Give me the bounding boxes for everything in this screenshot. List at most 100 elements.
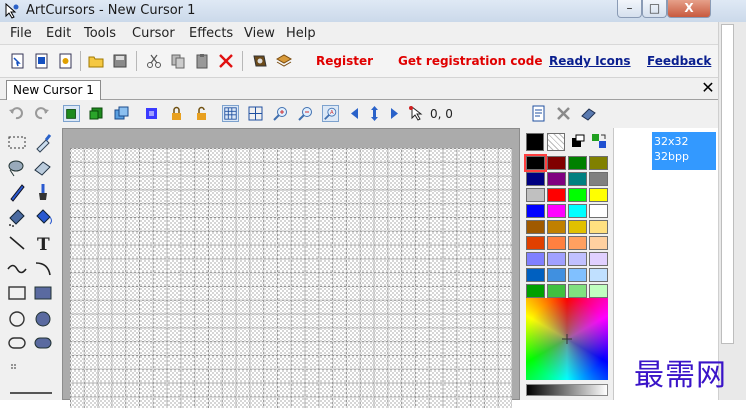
minimize-button[interactable]: –	[617, 0, 642, 18]
menu-effects[interactable]: Effects	[189, 26, 233, 41]
new-file-icon[interactable]	[10, 53, 26, 69]
new-cursor-icon[interactable]	[34, 53, 50, 69]
line-width-selector[interactable]	[6, 383, 56, 399]
text-icon[interactable]: T	[32, 232, 54, 254]
frame-stack-icon[interactable]	[113, 105, 130, 122]
rectangle-filled-icon[interactable]	[32, 282, 54, 304]
menu-tools[interactable]: Tools	[84, 26, 116, 41]
lasso-eraser-icon[interactable]	[6, 156, 28, 178]
ellipse-outline-icon[interactable]	[6, 308, 28, 330]
color-swatch[interactable]	[526, 220, 545, 234]
color-swatch[interactable]	[589, 252, 608, 266]
fill-bucket-icon[interactable]	[32, 206, 54, 228]
eraser-tool-icon[interactable]	[32, 156, 54, 178]
rectangle-outline-icon[interactable]	[6, 282, 28, 304]
effects-icon[interactable]	[252, 53, 268, 69]
frame-duplicate-icon[interactable]	[88, 105, 105, 122]
color-swatch[interactable]	[526, 252, 545, 266]
color-swatch[interactable]	[547, 156, 566, 170]
eraser-icon[interactable]	[580, 105, 597, 122]
format-item-32x32-32bpp[interactable]: 32x32 32bpp	[652, 132, 716, 170]
zoom-out-icon[interactable]	[297, 105, 314, 122]
paste-icon[interactable]	[194, 53, 210, 69]
grid-large-icon[interactable]	[247, 105, 264, 122]
curve-icon[interactable]	[6, 257, 28, 279]
pencil-icon[interactable]	[6, 181, 28, 203]
lock-icon[interactable]	[168, 105, 185, 122]
copy-icon[interactable]	[170, 53, 186, 69]
menu-view[interactable]: View	[244, 26, 275, 41]
color-replace-icon[interactable]	[590, 132, 608, 150]
menu-help[interactable]: Help	[286, 26, 316, 41]
color-swatch[interactable]	[568, 284, 587, 298]
swap-color-icon[interactable]	[570, 133, 586, 149]
cursor-canvas[interactable]	[62, 128, 520, 408]
color-swatch[interactable]	[589, 268, 608, 282]
color-swatch[interactable]	[547, 204, 566, 218]
color-swatch[interactable]	[524, 154, 547, 172]
color-swatch[interactable]	[589, 284, 608, 298]
redo-icon[interactable]	[33, 105, 50, 122]
color-swatch[interactable]	[589, 172, 608, 186]
color-swatch[interactable]	[589, 156, 608, 170]
cut-icon[interactable]	[146, 53, 162, 69]
color-swatch[interactable]	[589, 236, 608, 250]
color-swatch[interactable]	[568, 268, 587, 282]
color-wheel[interactable]	[526, 298, 608, 380]
move-left-icon[interactable]	[348, 105, 365, 122]
color-swatch[interactable]	[547, 236, 566, 250]
maximize-button[interactable]: □	[642, 0, 667, 18]
vertical-scrollbar[interactable]	[718, 22, 746, 400]
arc-icon[interactable]	[32, 257, 54, 279]
pixel-grid[interactable]	[70, 148, 512, 408]
color-swatch[interactable]	[547, 188, 566, 202]
brightness-bar[interactable]	[526, 384, 608, 396]
color-swatch[interactable]	[568, 172, 587, 186]
library-icon[interactable]	[276, 53, 292, 69]
menu-file[interactable]: File	[10, 26, 32, 41]
document-properties-icon[interactable]	[530, 105, 547, 122]
color-swatch[interactable]	[547, 284, 566, 298]
color-swatch[interactable]	[568, 220, 587, 234]
color-swatch[interactable]	[526, 204, 545, 218]
tab-new-cursor-1[interactable]: New Cursor 1	[6, 80, 101, 100]
color-swatch[interactable]	[547, 268, 566, 282]
ready-icons-link[interactable]: Ready Icons	[549, 54, 631, 68]
register-link[interactable]: Register	[316, 54, 373, 68]
color-swatch[interactable]	[568, 156, 587, 170]
color-swatch[interactable]	[568, 188, 587, 202]
color-swatch[interactable]	[547, 252, 566, 266]
color-swatch[interactable]	[568, 236, 587, 250]
hotspot-icon[interactable]	[408, 105, 425, 122]
delete-icon[interactable]	[218, 53, 234, 69]
color-swatch[interactable]	[526, 236, 545, 250]
get-registration-code-link[interactable]: Get registration code	[398, 54, 542, 68]
scrollbar-thumb[interactable]	[721, 24, 734, 344]
brush-size-icon[interactable]	[6, 356, 28, 378]
primary-color[interactable]	[526, 133, 544, 151]
color-swatch[interactable]	[547, 220, 566, 234]
open-folder-icon[interactable]	[88, 53, 104, 69]
brush-icon[interactable]	[32, 181, 54, 203]
frame-icon[interactable]	[63, 105, 80, 122]
eyedropper-icon[interactable]	[32, 131, 54, 153]
tools-icon[interactable]	[555, 105, 572, 122]
color-swatch[interactable]	[589, 188, 608, 202]
menu-cursor[interactable]: Cursor	[132, 26, 175, 41]
feedback-link[interactable]: Feedback	[647, 54, 711, 68]
move-right-icon[interactable]	[384, 105, 401, 122]
zoom-actual-icon[interactable]: A	[322, 105, 339, 122]
airbrush-icon[interactable]	[6, 206, 28, 228]
color-swatch[interactable]	[526, 172, 545, 186]
color-swatch[interactable]	[526, 284, 545, 298]
color-swatch[interactable]	[589, 220, 608, 234]
move-all-icon[interactable]	[366, 105, 383, 122]
unlock-icon[interactable]	[193, 105, 210, 122]
color-swatch[interactable]	[589, 204, 608, 218]
zoom-in-icon[interactable]	[272, 105, 289, 122]
ellipse-filled-icon[interactable]	[32, 308, 54, 330]
line-icon[interactable]	[6, 232, 28, 254]
close-tab-icon[interactable]: ✕	[700, 78, 716, 98]
rounded-rect-outline-icon[interactable]	[6, 332, 28, 354]
undo-icon[interactable]	[8, 105, 25, 122]
